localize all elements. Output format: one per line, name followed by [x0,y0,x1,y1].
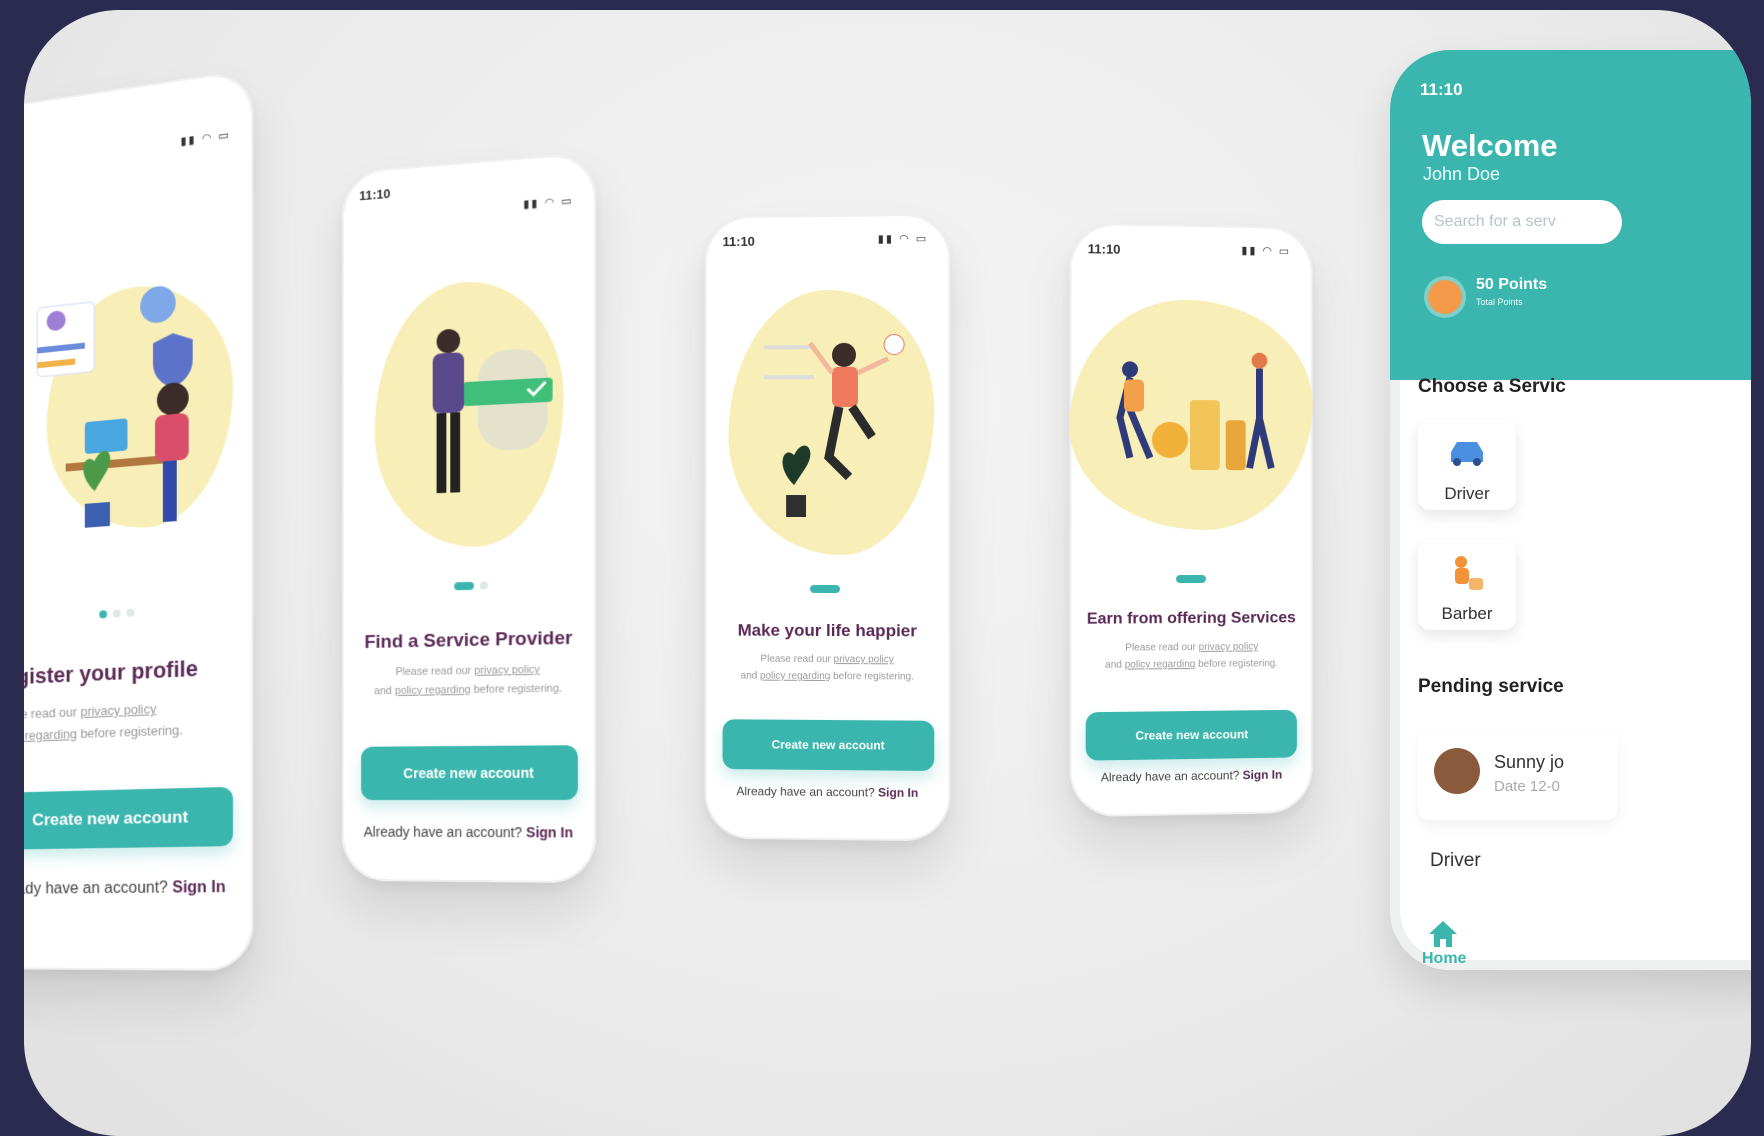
pending-services-title: Pending service [1418,676,1564,697]
coins-team-illustration [1100,352,1289,490]
page-dot [126,608,135,618]
signin-prompt: Already have an account? Sign In [24,879,253,899]
signin-text: Already have an account? [736,784,879,800]
desc-text: before registering. [470,682,563,696]
signin-prompt: Already have an account? Sign In [342,824,596,841]
mockup-stage: ▮▮ ◠ ▭ Register your profile Please read… [24,10,1751,1136]
signin-link[interactable]: Sign In [172,879,225,897]
signin-text: Already have an account? [24,879,168,898]
create-account-button[interactable]: Create new account [24,786,233,850]
phone-life-happier: 11:10 ▮▮ ◠ ▭ Make your life happier Plea… [704,213,951,842]
welcome-title: Welcome [1422,128,1558,163]
page-dot [479,581,488,590]
nav-home-label[interactable]: Home [1422,950,1466,968]
signin-link[interactable]: Sign In [526,824,573,840]
status-time: 11:10 [722,233,755,250]
choose-service-title: Choose a Servic [1418,376,1566,397]
desc-text: before registering. [830,671,914,683]
desc-text: before registering. [1195,658,1278,670]
screen-title: Find a Service Provider [364,627,573,653]
screen-description: Please read our privacy policy and polic… [1070,638,1313,674]
service-barber[interactable]: Barber [1418,540,1516,630]
home-icon[interactable] [1426,918,1460,950]
policy-regarding-link[interactable]: policy regarding [760,671,830,682]
signin-prompt: Already have an account? Sign In [1070,767,1313,785]
screen-description: Please read our privacy policy and polic… [342,660,596,701]
policy-regarding-link[interactable]: policy regarding [24,726,77,744]
create-account-button[interactable]: Create new account [722,719,935,771]
pending-user-name: Sunny jo [1494,752,1565,772]
service-driver[interactable]: Driver [1418,420,1516,510]
screen-description: Please read our privacy policy policy re… [24,694,253,748]
signin-link[interactable]: Sign In [878,785,918,799]
desc-text: Please read our [24,704,77,723]
user-name: John Doe [1423,164,1501,184]
service-label: Barber [1441,604,1493,623]
status-time: 11:10 [1420,80,1463,99]
page-indicator [99,608,135,619]
page-dot [112,609,121,618]
policy-regarding-link[interactable]: policy regarding [395,684,471,697]
signin-prompt: Already have an account? Sign In [705,784,951,800]
avatar [1434,748,1480,794]
page-dot [810,584,840,594]
phone-find-provider: 11:10 ▮▮ ◠ ▭ Find a Service Provider Ple… [341,151,597,884]
barber-icon [1455,556,1483,590]
signin-text: Already have an account? [1100,768,1243,785]
status-icons: ▮▮ ◠ ▭ [1241,244,1292,258]
points-label: Total Points [1476,297,1523,307]
create-account-button[interactable]: Create new account [1085,709,1297,761]
pending-service-card[interactable]: Sunny jo Date 12-0 [1418,730,1618,820]
pending-service-type: Driver [1430,850,1481,871]
page-indicator [1176,574,1206,584]
create-account-button[interactable]: Create new account [361,745,578,801]
pending-date: Date 12-0 [1494,778,1560,795]
privacy-policy-link[interactable]: privacy policy [80,701,156,719]
status-icons: ▮▮ ◠ ▭ [180,128,231,149]
service-label: Driver [1444,484,1490,503]
page-dot [99,610,108,619]
status-time: 11:10 [1087,241,1121,257]
signin-link[interactable]: Sign In [1243,768,1282,783]
desc-text: and [740,670,760,682]
privacy-policy-link[interactable]: privacy policy [834,654,894,665]
page-indicator [454,581,488,591]
screen-title: Register your profile [24,655,198,691]
person-at-desk-illustration [28,284,193,528]
desc-text: and [374,684,395,697]
page-indicator [810,584,840,594]
policy-regarding-link[interactable]: policy regarding [1125,659,1196,671]
jumping-woman-illustration [764,314,924,518]
signin-text: Already have an account? [363,823,527,841]
man-with-checkmark-illustration [432,328,553,494]
search-input[interactable]: Search for a serv [1422,200,1622,244]
desc-text: Please read our [1125,641,1199,654]
screen-title: Make your life happier [737,620,917,641]
desc-text: and [1105,659,1125,671]
status-time: 11:10 [359,186,391,204]
points-icon [1428,280,1462,314]
car-icon [1451,442,1483,466]
phone-home: 11:10 Welcome John Doe Search for a serv… [1390,50,1751,970]
privacy-policy-link[interactable]: privacy policy [1199,641,1259,652]
page-dot [1176,574,1206,584]
page-dot [454,581,474,591]
phone-earn-services: 11:10 ▮▮ ◠ ▭ Earn from offering Services… [1069,222,1313,818]
screen-description: Please read our privacy policy and polic… [705,650,951,685]
status-icons: ▮▮ ◠ ▭ [523,194,574,211]
points-value: 50 Points [1476,276,1548,293]
desc-text: Please read our [395,664,475,679]
phone-register: ▮▮ ◠ ▭ Register your profile Please read… [24,68,254,971]
desc-text: Please read our [760,653,834,666]
screen-title: Earn from offering Services [1086,609,1296,628]
desc-text: before registering. [76,722,183,742]
privacy-policy-link[interactable]: privacy policy [474,664,540,677]
status-icons: ▮▮ ◠ ▭ [877,232,929,246]
